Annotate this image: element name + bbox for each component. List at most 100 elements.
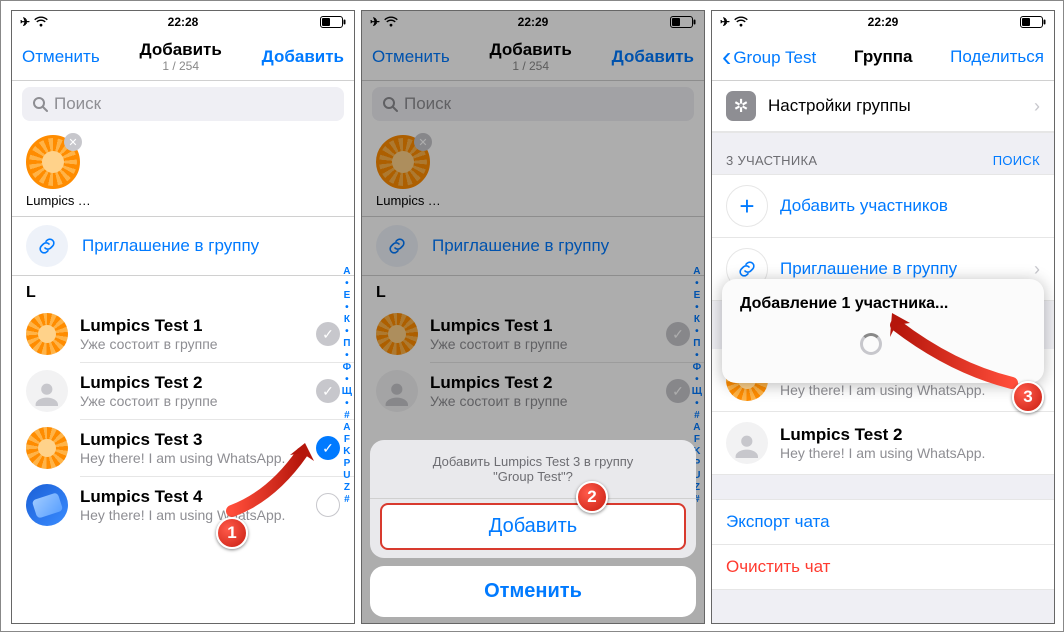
contact-row[interactable]: Lumpics Test 2Уже состоит в группе ✓ [362,363,704,419]
group-settings-row[interactable]: ✲ Настройки группы › [712,81,1054,132]
index-letter[interactable]: А [342,266,352,278]
index-letter[interactable]: К [342,314,352,326]
confirm-add-button[interactable]: Добавить [380,503,686,550]
add-participants-row[interactable]: + Добавить участников [712,174,1054,238]
progress-hud: Добавление 1 участника... [722,279,1044,383]
invite-label: Приглашение в группу [82,236,259,256]
status-bar: ✈ 22:28 [12,11,354,33]
index-letter[interactable]: • [342,350,352,362]
nav-bar: Отменить Добавить 1 / 254 Добавить [362,33,704,81]
contact-avatar [26,484,68,526]
contact-avatar [26,370,68,412]
participant-row[interactable]: Lumpics Test 2Hey there! I am using What… [712,412,1054,475]
contact-name: Lumpics Test 4 [80,487,304,507]
remove-icon[interactable]: ✕ [64,133,82,151]
index-letter[interactable]: • [692,374,702,386]
back-button[interactable]: Group Test [722,41,816,73]
cancel-button[interactable]: Отменить [22,47,100,67]
index-letter[interactable]: A [342,422,352,434]
index-letter[interactable]: • [692,302,702,314]
index-letter[interactable]: • [342,326,352,338]
share-button[interactable]: Поделиться [950,47,1044,67]
contact-status: Hey there! I am using WhatsApp. [780,382,1040,398]
index-letter[interactable]: # [342,494,352,506]
index-letter[interactable]: П [692,338,702,350]
cancel-button[interactable]: Отменить [372,47,450,67]
remove-icon[interactable]: ✕ [414,133,432,151]
search-input[interactable]: Поиск [22,87,344,121]
airplane-icon: ✈ [720,15,730,29]
index-letter[interactable]: • [342,278,352,290]
export-chat-row[interactable]: Экспорт чата [712,500,1054,545]
index-letter[interactable]: А [692,266,702,278]
nav-subtitle: 1 / 254 [140,59,222,73]
selected-contact-chip[interactable]: ✕ Lumpics T... [362,129,704,216]
checkmark-icon: ✓ [316,322,340,346]
index-letter[interactable]: Е [342,290,352,302]
contact-row[interactable]: Lumpics Test 1 Уже состоит в группе ✓ [12,306,354,362]
contact-row[interactable]: Lumpics Test 3 Hey there! I am using Wha… [12,420,354,476]
contact-row[interactable]: Lumpics Test 4 Hey there! I am using Wha… [12,477,354,533]
index-letter[interactable]: Ф [692,362,702,374]
battery-icon [320,16,346,28]
invite-to-group-row[interactable]: Приглашение в группу [362,217,704,275]
contact-status: Hey there! I am using WhatsApp. [80,450,304,466]
index-letter[interactable]: П [342,338,352,350]
contact-row[interactable]: Lumpics Test 1Уже состоит в группе ✓ [362,306,704,362]
gear-icon: ✲ [726,91,756,121]
index-letter[interactable]: K [342,446,352,458]
index-letter[interactable]: Z [342,482,352,494]
link-icon [376,225,418,267]
wifi-icon [34,16,48,28]
index-letter[interactable]: • [342,398,352,410]
contact-status: Hey there! I am using WhatsApp. [780,445,1040,461]
sheet-cancel-button[interactable]: Отменить [370,566,696,617]
chevron-right-icon: › [1034,96,1040,117]
index-letter[interactable]: • [692,350,702,362]
index-letter[interactable]: Ф [342,362,352,374]
index-letter[interactable]: F [342,434,352,446]
index-letter[interactable]: • [692,326,702,338]
participants-search-button[interactable]: ПОИСК [993,153,1040,168]
contact-name: Lumpics Test 2 [780,425,1040,445]
section-index-bar[interactable]: А•Е•К•П•Ф•Щ•#AFKPUZ# [342,266,352,506]
index-letter[interactable]: • [342,374,352,386]
index-letter[interactable]: К [692,314,702,326]
invite-to-group-row[interactable]: Приглашение в группу [12,217,354,275]
index-letter[interactable]: # [342,410,352,422]
search-icon [32,96,48,112]
nav-bar: Отменить Добавить 1 / 254 Добавить [12,33,354,81]
index-letter[interactable]: • [692,278,702,290]
selected-contact-chip[interactable]: ✕ Lumpics T... [12,129,354,216]
checkmark-icon: ✓ [666,379,690,403]
index-letter[interactable]: Щ [342,386,352,398]
contact-avatar [26,427,68,469]
checkbox-empty-icon[interactable] [316,493,340,517]
battery-icon [670,16,696,28]
status-bar: ✈ 22:29 [712,11,1054,33]
status-time: 22:29 [518,15,549,29]
index-letter[interactable]: # [692,410,702,422]
status-bar: ✈ 22:29 [362,11,704,33]
index-letter[interactable]: U [342,470,352,482]
plus-icon: + [726,185,768,227]
add-button[interactable]: Добавить [262,47,344,67]
search-input[interactable]: Поиск [372,87,694,121]
checkmark-selected-icon[interactable]: ✓ [316,436,340,460]
contact-avatar [376,370,418,412]
clear-chat-row[interactable]: Очистить чат [712,545,1054,590]
index-letter[interactable]: Е [692,290,702,302]
nav-subtitle: 1 / 254 [490,59,572,73]
add-button[interactable]: Добавить [612,47,694,67]
index-letter[interactable]: • [692,398,702,410]
contact-status: Уже состоит в группе [80,393,304,409]
contact-status: Уже состоит в группе [430,393,654,409]
index-letter[interactable]: A [692,422,702,434]
wifi-icon [384,16,398,28]
index-letter[interactable]: Щ [692,386,702,398]
contact-row[interactable]: Lumpics Test 2 Уже состоит в группе ✓ [12,363,354,419]
action-sheet: Добавить Lumpics Test 3 в группу "Group … [370,440,696,617]
index-letter[interactable]: • [342,302,352,314]
checkmark-icon: ✓ [316,379,340,403]
index-letter[interactable]: P [342,458,352,470]
